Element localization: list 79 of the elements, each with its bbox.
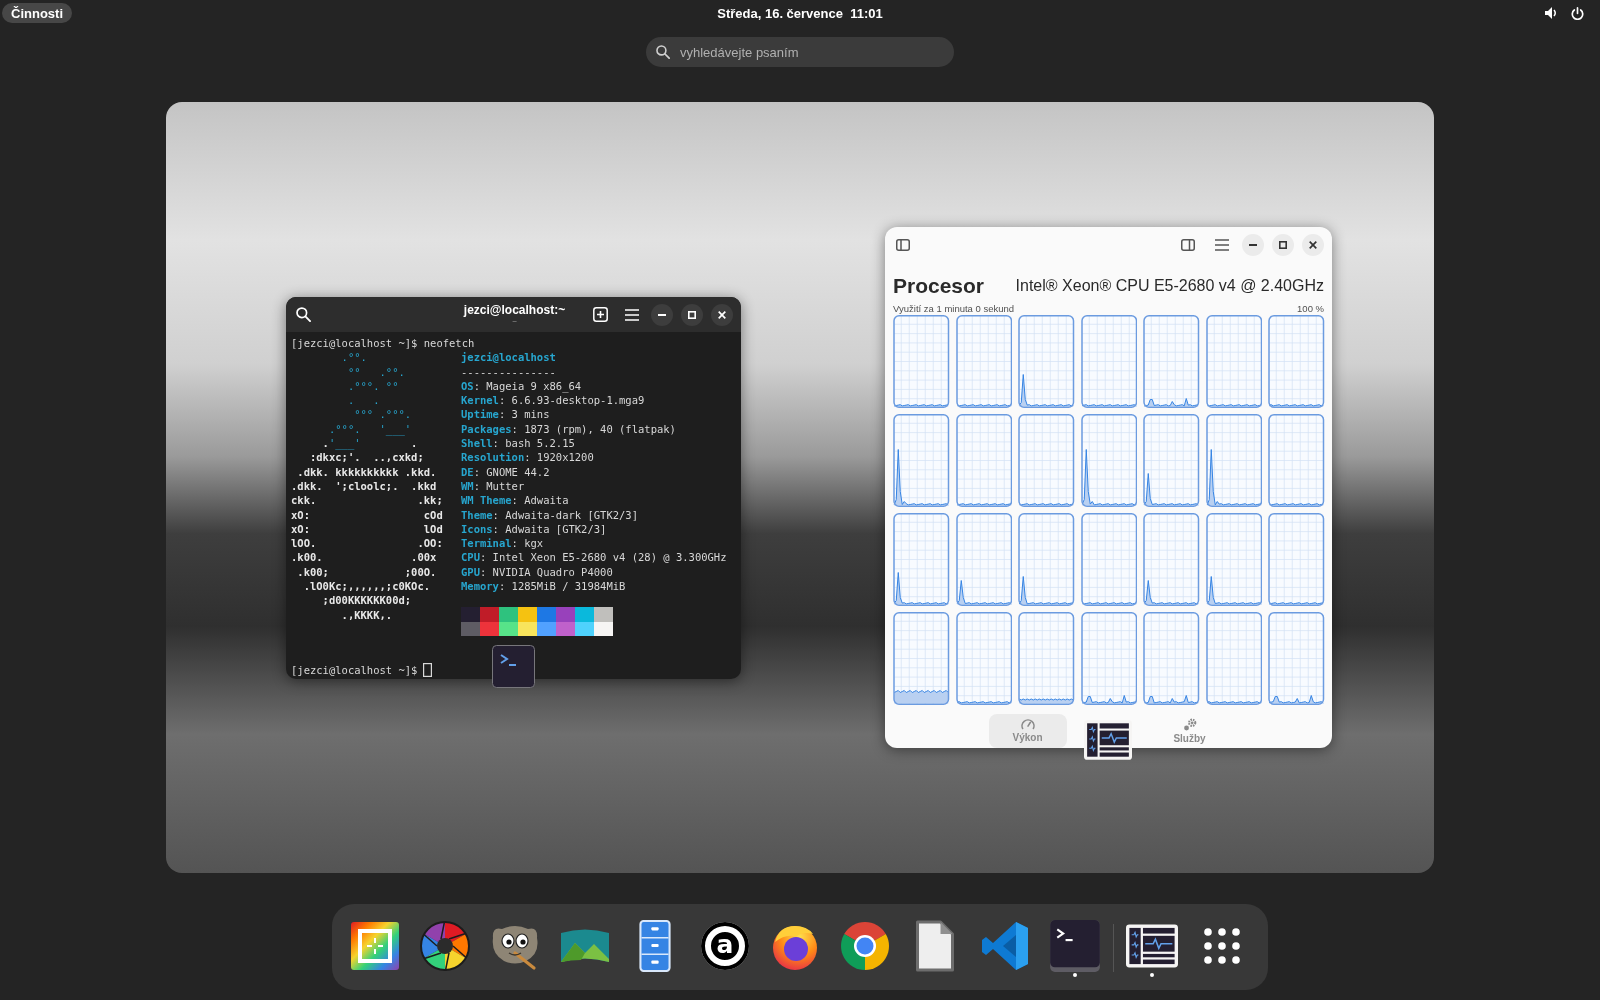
- ascii-logo-text: °°° .°°°.: [353, 408, 412, 421]
- ascii-logo-text: .: [410, 437, 418, 450]
- ascii-logo-text: xO: cOd: [291, 508, 443, 521]
- minimize-button[interactable]: [651, 303, 673, 326]
- system-info-line: WM: Mutter: [461, 478, 526, 494]
- maximize-button[interactable]: [1272, 234, 1294, 256]
- menu-icon[interactable]: [1215, 239, 1229, 251]
- gears-icon: [1182, 718, 1197, 731]
- volume-icon[interactable]: [1545, 7, 1558, 19]
- terminal-line: [jezci@localhost ~]$: [291, 663, 418, 678]
- minimize-icon: [658, 313, 666, 316]
- sidebar-icon[interactable]: [896, 239, 910, 251]
- page-heading: Procesor: [893, 274, 985, 298]
- ascii-logo-text: .dkk. ';cloolc;. .kkd: [291, 479, 437, 492]
- app-logo[interactable]: a: [701, 922, 749, 970]
- close-icon: [718, 310, 726, 319]
- maximize-button[interactable]: [681, 303, 703, 326]
- system-info-line: GPU: NVIDIA Quadro P4000: [461, 564, 614, 580]
- system-info-line: Terminal: kgx: [461, 536, 545, 551]
- system-info-line: Icons: Adwaita [GTK2/3]: [461, 521, 608, 537]
- system-info-line: Uptime: 3 mins: [461, 407, 551, 422]
- cpu-model: Intel® Xeon® CPU E5-2680 v4 @ 2.40GHz: [1015, 277, 1324, 295]
- close-button[interactable]: [1302, 234, 1324, 256]
- system-info-line: Memory: 1285MiB / 31984MiB: [461, 579, 627, 594]
- search-field[interactable]: vyhledávejte psaním: [646, 37, 954, 67]
- crosshair-frame-icon[interactable]: [349, 920, 401, 972]
- terminal-line: [jezci@localhost ~]$ neofetch: [291, 336, 476, 351]
- ascii-logo-text: .,KKKK,.: [340, 608, 393, 621]
- ascii-logo-text: °° .°°.: [346, 365, 405, 378]
- ascii-logo-text: ckk. .kk;: [291, 494, 443, 507]
- gauge-icon: [1020, 718, 1035, 730]
- ascii-logo-text: .k00. .00x: [291, 551, 437, 564]
- system-info-line: Kernel: 6.6.93-desktop-1.mga9: [461, 393, 646, 408]
- scale-label: 100 %: [1297, 304, 1324, 314]
- maximize-icon: [1279, 241, 1287, 249]
- system-info-line: OS: Mageia 9 x86_64: [461, 378, 583, 394]
- panel-icon[interactable]: [1181, 239, 1195, 251]
- ascii-logo-text: '___': [328, 437, 361, 450]
- tricolor-wheel-icon[interactable]: [839, 920, 891, 972]
- system-info-line: Packages: 1873 (rpm), 40 (flatpak): [461, 421, 677, 437]
- ascii-logo-text: ;d00KKKKKK00d;: [321, 594, 412, 607]
- aperture-icon[interactable]: [419, 920, 471, 972]
- minimize-icon: [1249, 244, 1257, 246]
- ascii-logo-text: .: [321, 437, 329, 450]
- terminal-icon: [492, 645, 535, 688]
- window-title: jezci@localhost:~: [463, 303, 566, 317]
- ascii-logo-text: :dkxc;'. ..,cxkd;: [308, 451, 424, 464]
- window-subtitle: ~: [512, 317, 517, 326]
- app-grid-icon[interactable]: [1204, 928, 1240, 964]
- system-info-line: jezci@localhost: [461, 350, 557, 365]
- ascii-logo-text: .°°.: [340, 351, 367, 364]
- ascii-logo-text: .°°°. °°: [346, 379, 399, 392]
- system-info-line: CPU: Intel Xeon E5-2680 v4 (28) @ 3.300GHz: [461, 550, 727, 565]
- ascii-logo-text: . .: [346, 394, 380, 407]
- minimize-button[interactable]: [1242, 234, 1264, 256]
- ascii-logo-text: lOO. .OO:: [291, 537, 443, 550]
- clock[interactable]: Středa, 16. července 11:01: [717, 5, 883, 21]
- ascii-logo-text: .lO0Kc;,,,,,,;c0KOc.: [302, 580, 431, 593]
- maximize-icon: [688, 310, 696, 319]
- close-icon: [1309, 241, 1317, 249]
- system-info-line: DE: GNOME 44.2: [461, 464, 551, 479]
- ascii-logo-text: .°°°. '___': [327, 422, 412, 435]
- search-icon: [656, 45, 670, 59]
- system-info-line: WM Theme: Adwaita: [461, 493, 570, 508]
- system-info-line: Shell: bash 5.2.15: [461, 436, 576, 451]
- terminal-icon[interactable]: [1049, 920, 1101, 972]
- new-tab-icon[interactable]: [593, 307, 608, 322]
- folded-ribbon-icon[interactable]: [979, 920, 1031, 972]
- ascii-logo-text: .dkk. kkkkkkkkkk .kkd.: [296, 465, 437, 478]
- time-span-label: Využití za 1 minuta 0 sekund: [893, 304, 1015, 314]
- ascii-logo-text: xO: lOd: [291, 522, 443, 535]
- close-button[interactable]: [711, 303, 733, 326]
- system-info-line: ---------------: [461, 364, 557, 379]
- search-icon[interactable]: [296, 307, 311, 322]
- system-info-line: Resolution: 1920x1200: [461, 450, 595, 465]
- activities-button[interactable]: Činnosti: [2, 3, 72, 23]
- ascii-logo-text: .k00; ;00O.: [296, 565, 437, 578]
- power-icon[interactable]: [1571, 6, 1584, 20]
- system-info-line: Theme: Adwaita-dark [GTK2/3]: [461, 507, 639, 522]
